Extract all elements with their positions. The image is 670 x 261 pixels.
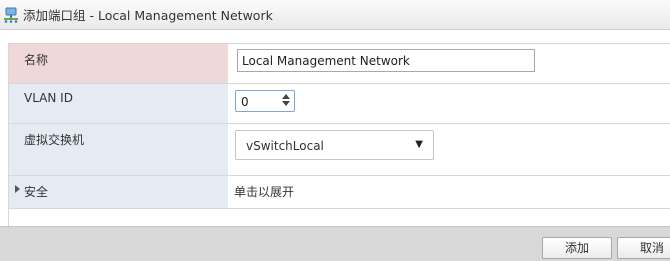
- form-row-security[interactable]: 安全 单击以展开: [9, 176, 670, 209]
- port-group-form: 名称 VLAN ID 0 虚拟交换机: [8, 43, 670, 240]
- dialog-title-bar: 添加端口组 - Local Management Network: [0, 0, 670, 30]
- dialog-footer: 添加 取消: [0, 226, 670, 261]
- add-button[interactable]: 添加: [542, 237, 612, 259]
- stepper-arrows-icon[interactable]: [281, 94, 291, 108]
- vlan-id-stepper[interactable]: 0: [235, 90, 295, 112]
- form-row-name: 名称: [9, 44, 670, 84]
- virtual-switch-value: vSwitchLocal: [246, 139, 324, 153]
- decrement-icon[interactable]: [282, 101, 290, 106]
- name-input[interactable]: [237, 49, 535, 72]
- cancel-button[interactable]: 取消: [617, 237, 670, 259]
- dialog-content: 名称 VLAN ID 0 虚拟交换机: [0, 31, 670, 240]
- form-row-virtual-switch: 虚拟交换机 vSwitchLocal ▼: [9, 124, 670, 176]
- virtual-switch-label: 虚拟交换机: [24, 133, 85, 147]
- name-label: 名称: [24, 53, 49, 67]
- form-row-vlan-id: VLAN ID 0: [9, 84, 670, 124]
- virtual-switch-select[interactable]: vSwitchLocal ▼: [235, 130, 434, 160]
- vlan-id-label: VLAN ID: [24, 91, 73, 105]
- security-label: 安全: [24, 185, 49, 199]
- dropdown-caret-icon: ▼: [415, 139, 423, 150]
- increment-icon[interactable]: [282, 94, 290, 99]
- vlan-id-value: 0: [241, 95, 249, 109]
- port-group-icon: [4, 7, 18, 23]
- expand-arrow-icon[interactable]: [15, 185, 20, 193]
- dialog-title: 添加端口组 - Local Management Network: [23, 8, 273, 23]
- security-expand-hint[interactable]: 单击以展开: [234, 183, 294, 200]
